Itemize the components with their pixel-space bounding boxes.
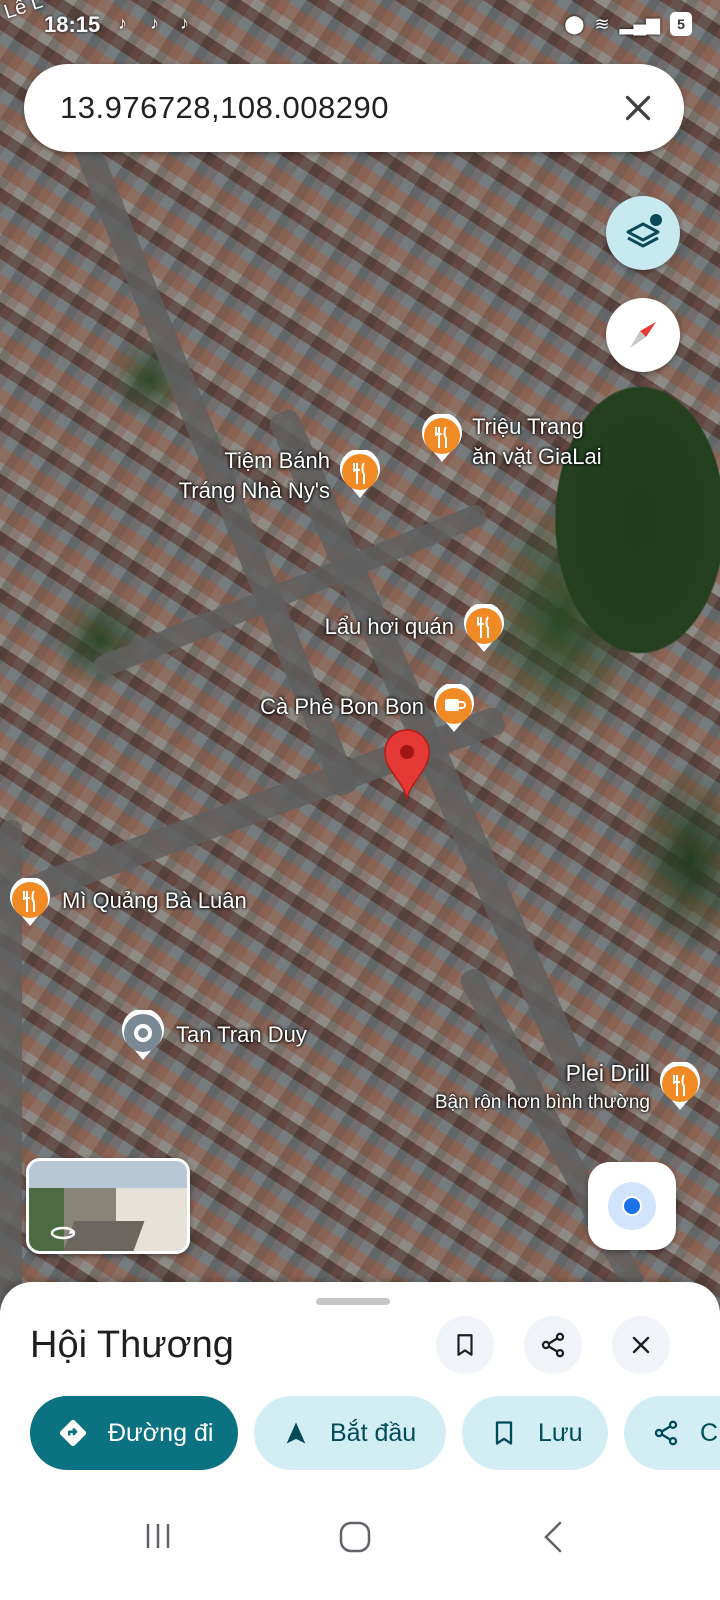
back-icon[interactable] — [540, 1520, 568, 1554]
place-marker[interactable]: Cà Phê Bon Bon — [260, 682, 476, 739]
drag-handle[interactable] — [316, 1298, 390, 1305]
close-icon — [632, 1336, 650, 1354]
place-label: Tiệm Bánh Tráng Nhà Ny's — [178, 448, 330, 503]
restaurant-icon — [340, 448, 380, 498]
rotate-360-icon — [50, 1226, 76, 1240]
street-view-thumbnail[interactable] — [26, 1158, 190, 1254]
place-label: Cà Phê Bon Bon — [260, 694, 424, 719]
street-label: Lê L — [1, 0, 46, 24]
tiktok-icon: ♪ — [118, 13, 127, 33]
layers-button[interactable] — [606, 196, 680, 270]
layers-icon — [626, 214, 662, 248]
status-bar: Lê L 18:15 ♪ ♪ ♪ ⬤ ≋ ▂▄▆ 5 — [0, 0, 720, 52]
place-label: Plei Drill Bận rộn hơn bình thường — [434, 1060, 650, 1113]
search-query[interactable]: 13.976728,108.008290 — [60, 90, 389, 126]
my-location-button[interactable] — [588, 1162, 676, 1250]
dropped-pin-icon[interactable] — [382, 728, 432, 800]
share-icon-button[interactable] — [524, 1316, 582, 1374]
restaurant-icon — [464, 602, 504, 652]
compass-button[interactable] — [606, 298, 680, 372]
restaurant-icon — [422, 412, 462, 462]
bookmark-icon — [495, 1421, 513, 1445]
start-button[interactable]: Bắt đầu — [254, 1396, 446, 1470]
home-icon[interactable] — [338, 1520, 372, 1554]
place-marker[interactable]: Mì Quảng Bà Luân — [8, 876, 247, 933]
close-icon[interactable] — [620, 90, 656, 126]
signal-icon: ▂▄▆ — [619, 13, 660, 34]
my-location-icon — [608, 1182, 656, 1230]
place-marker[interactable]: Lẩu hơi quán — [325, 602, 506, 659]
compass-icon — [630, 322, 656, 348]
battery-icon: 5 — [670, 12, 692, 36]
place-icon — [122, 1008, 164, 1060]
place-marker[interactable]: Tiệm Bánh Tráng Nhà Ny's — [179, 448, 382, 505]
place-label: Lẩu hơi quán — [324, 614, 454, 639]
save-icon-button[interactable] — [436, 1316, 494, 1374]
place-marker[interactable]: Tan Tran Duy — [120, 1008, 307, 1067]
restaurant-icon — [10, 876, 51, 926]
action-chips: Đường đi Bắt đầu Lưu C — [30, 1396, 720, 1470]
recent-apps-icon[interactable] — [142, 1520, 174, 1552]
system-nav-bar — [0, 1490, 720, 1600]
share-label: C — [700, 1418, 719, 1447]
share-button[interactable]: C — [624, 1396, 720, 1470]
restaurant-icon — [660, 1060, 700, 1110]
cafe-icon — [434, 682, 474, 732]
bookmark-icon — [457, 1334, 473, 1356]
search-bar[interactable]: 13.976728,108.008290 — [24, 64, 684, 152]
place-label: Triệu Trang ăn vặt GiaLai — [472, 414, 602, 469]
tiktok-icon: ♪ — [150, 13, 159, 33]
wifi-icon: ≋ — [594, 13, 610, 34]
navigation-arrow-icon — [286, 1422, 306, 1444]
directions-button[interactable]: Đường đi — [30, 1396, 238, 1470]
place-label: Mì Quảng Bà Luân — [62, 888, 247, 913]
road — [266, 406, 604, 1114]
clock: 18:15 — [44, 12, 101, 37]
directions-icon — [59, 1419, 87, 1447]
tiktok-icon: ♪ — [180, 13, 189, 33]
start-label: Bắt đầu — [330, 1418, 417, 1447]
status-icons: ⬤ ≋ ▂▄▆ 5 — [564, 12, 692, 36]
place-marker[interactable]: Plei Drill Bận rộn hơn bình thường — [435, 1060, 702, 1117]
location-icon: ⬤ — [564, 13, 585, 34]
place-title: Hội Thương — [30, 1324, 234, 1366]
share-icon — [541, 1332, 565, 1358]
close-sheet-button[interactable] — [612, 1316, 670, 1374]
place-label: Tan Tran Duy — [176, 1022, 307, 1047]
save-label: Lưu — [538, 1418, 583, 1447]
share-icon — [654, 1420, 678, 1446]
directions-label: Đường đi — [108, 1418, 214, 1447]
place-marker[interactable]: Triệu Trang ăn vặt GiaLai — [420, 412, 602, 469]
save-button[interactable]: Lưu — [462, 1396, 608, 1470]
